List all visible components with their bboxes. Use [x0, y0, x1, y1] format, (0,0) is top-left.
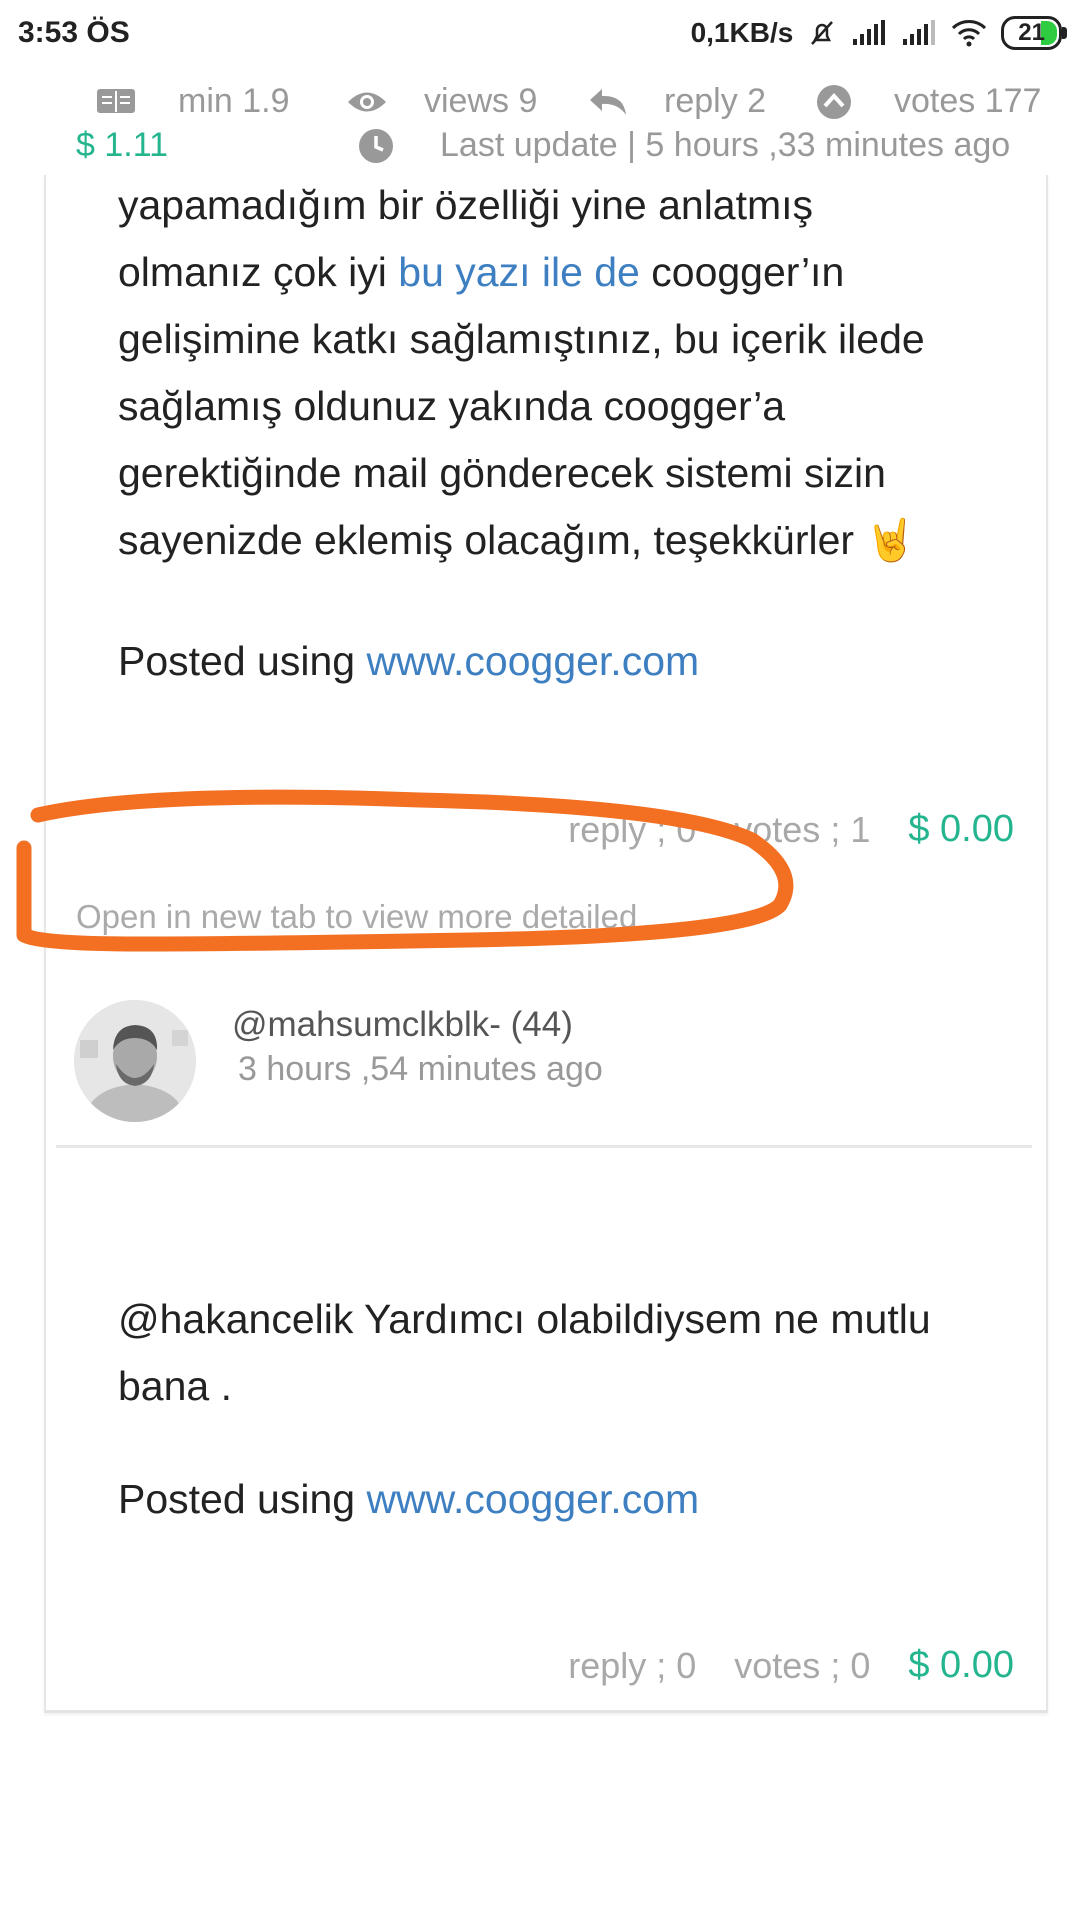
votes-text: votes 177	[894, 82, 1042, 120]
reply-icon	[590, 88, 626, 115]
comment2-line: bana .	[118, 1363, 232, 1409]
views-text: views 9	[424, 82, 538, 120]
avatar[interactable]	[74, 1000, 196, 1122]
reply-text: reply 2	[664, 82, 767, 120]
signal-icon-2	[903, 20, 936, 45]
eye-icon	[348, 92, 386, 111]
comment1-body: yapamadığım bir özelliği yine anlatmış o…	[118, 172, 978, 574]
post-payout: $ 1.11	[76, 126, 169, 164]
last-update-text: Last update | 5 hours ,33 minutes ago	[440, 126, 1011, 164]
divider	[56, 1145, 1032, 1148]
coogger-link[interactable]: www.coogger.com	[366, 638, 699, 684]
post-link[interactable]: bu yazı ile de	[398, 249, 640, 295]
comment2-time: 3 hours ,54 minutes ago	[238, 1050, 603, 1088]
open-new-tab-link[interactable]: Open in new tab to view more detailed	[76, 898, 637, 936]
comment1-payout: $ 0.00	[908, 808, 1014, 850]
views: views 9	[346, 82, 537, 121]
status-icons: 0,1KB/s 21	[690, 16, 1067, 50]
comment1-line: yapamadığım bir özelliği yine anlatmış	[118, 182, 814, 228]
posted-using-label: Posted using	[118, 1476, 367, 1522]
wifi-icon	[952, 20, 987, 47]
reading-time: min 1.9	[96, 82, 290, 121]
comment1-reply[interactable]: reply ; 0	[568, 809, 696, 851]
comment2-votes[interactable]: votes ; 0	[734, 1645, 870, 1687]
comment2-body: @hakancelik Yardımcı olabildiysem ne mut…	[118, 1286, 978, 1420]
comment1-line-prefix: olmanız çok iyi	[118, 249, 399, 295]
mute-icon	[811, 21, 834, 45]
battery-icon: 21	[1001, 16, 1067, 50]
coogger-link[interactable]: www.coogger.com	[366, 1476, 699, 1522]
battery-level: 21	[1018, 19, 1045, 46]
network-speed: 0,1KB/s	[690, 17, 794, 48]
comment2-reply[interactable]: reply ; 0	[568, 1645, 696, 1687]
avatar-photo	[74, 1000, 196, 1122]
comment1-line: gelişimine katkı sağlamıştınız, bu içeri…	[118, 316, 925, 362]
comment1-line: olmanız çok iyi bu yazı ile de coogger’ı…	[118, 239, 978, 306]
comment2-posted-using: Posted using www.coogger.com	[118, 1466, 978, 1533]
comment2-payout: $ 0.00	[908, 1644, 1014, 1686]
min-text: min 1.9	[178, 82, 290, 120]
posted-using-label: Posted using	[118, 638, 367, 684]
comment2-stats: reply ; 0 votes ; 0 $ 0.00	[568, 1644, 1014, 1687]
reply-count[interactable]: reply 2	[588, 82, 766, 121]
last-update: Last update | 5 hours ,33 minutes ago	[358, 126, 1010, 165]
comment1-posted-using: Posted using www.coogger.com	[118, 628, 978, 695]
book-icon	[97, 88, 135, 113]
comment1-line: sayenizde eklemiş olacağım, teşekkürler …	[118, 517, 917, 563]
comment1-line-suffix: coogger’ın	[639, 249, 845, 295]
comment2-line: @hakancelik Yardımcı olabildiysem ne mut…	[118, 1296, 931, 1342]
comment1-stats: reply ; 0 votes ; 1 $ 0.00	[568, 808, 1014, 851]
comment1-votes[interactable]: votes ; 1	[734, 809, 870, 851]
signal-icon-1	[853, 20, 886, 45]
upvote-icon	[817, 84, 851, 119]
comment2-username[interactable]: @mahsumclkblk- (44)	[232, 1005, 573, 1045]
comment1-line: gerektiğinde mail gönderecek sistemi siz…	[118, 450, 886, 496]
clock-icon	[359, 128, 393, 163]
comment1-line: sağlamış oldunuz yakında coogger’a	[118, 383, 786, 429]
vote-count[interactable]: votes 177	[816, 82, 1041, 121]
status-time: 3:53 ÖS	[18, 16, 130, 49]
